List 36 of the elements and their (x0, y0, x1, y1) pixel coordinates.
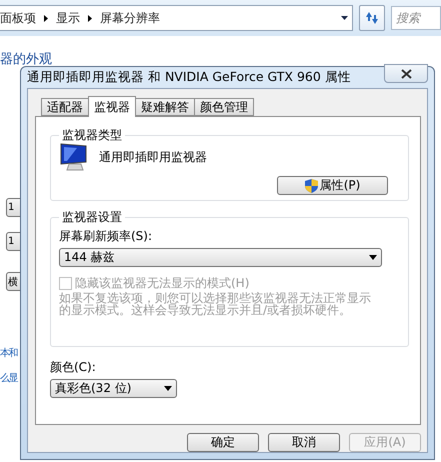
heading-link[interactable]: 器的外观 (0, 50, 52, 68)
field-label: 屏幕刷新频率(S): (59, 228, 154, 245)
dropdown-arrow-icon (369, 255, 377, 260)
refresh-button[interactable] (359, 5, 385, 31)
tab[interactable]: 颜色管理 (194, 98, 254, 116)
breadcrumb-item[interactable]: 屏幕分辨率 (100, 10, 160, 26)
breadcrumb-item[interactable]: 面板项 (0, 10, 36, 26)
dialog-button[interactable]: 取消 (268, 433, 340, 452)
window-title: 通用即插即用监视器 和 NVIDIA GeForce GTX 960 属性 (27, 69, 352, 86)
refresh-rate-dropdown[interactable]: 144 赫兹 (59, 248, 382, 267)
properties-button[interactable]: 属性(P) (277, 176, 388, 195)
hint-text: 如果不复选该项，则您可以选择那些该监视器无法正常显示的显示模式。这样会导致无法显示并且/或者损坏硬件。 (59, 292, 371, 316)
link[interactable]: 本和 (0, 346, 17, 360)
tab[interactable]: 监视器 (88, 96, 136, 117)
close-button[interactable] (384, 64, 428, 83)
color-depth-dropdown[interactable]: 真彩色(32 位) (50, 379, 177, 398)
breadcrumb-item[interactable]: 显示 (56, 10, 80, 26)
refresh-icon (364, 11, 380, 25)
tab[interactable]: 疑难解答 (135, 98, 195, 116)
field-label: 颜色(C): (50, 359, 97, 376)
monitor-name: 通用即插即用监视器 (99, 148, 207, 166)
dropdown-arrow-icon[interactable] (341, 16, 348, 20)
close-icon (400, 68, 412, 78)
address-bar[interactable]: 面板项 显示 屏幕分辨率 (0, 5, 353, 31)
group-label: 监视器设置 (61, 209, 123, 226)
search-field[interactable]: 搜索 (391, 6, 441, 30)
link[interactable]: 么显 (0, 371, 17, 385)
checkbox-label: 隐藏该监视器无法显示的模式(H) (75, 275, 250, 292)
dropdown-arrow-icon (164, 386, 172, 391)
chevron-right-icon (88, 14, 92, 22)
monitor-icon (59, 142, 89, 172)
chevron-right-icon (44, 14, 48, 22)
group-label: 监视器类型 (61, 127, 123, 144)
dialog-button[interactable]: 确定 (187, 433, 259, 452)
shield-icon (304, 178, 318, 192)
tab[interactable]: 适配器 (41, 98, 89, 116)
